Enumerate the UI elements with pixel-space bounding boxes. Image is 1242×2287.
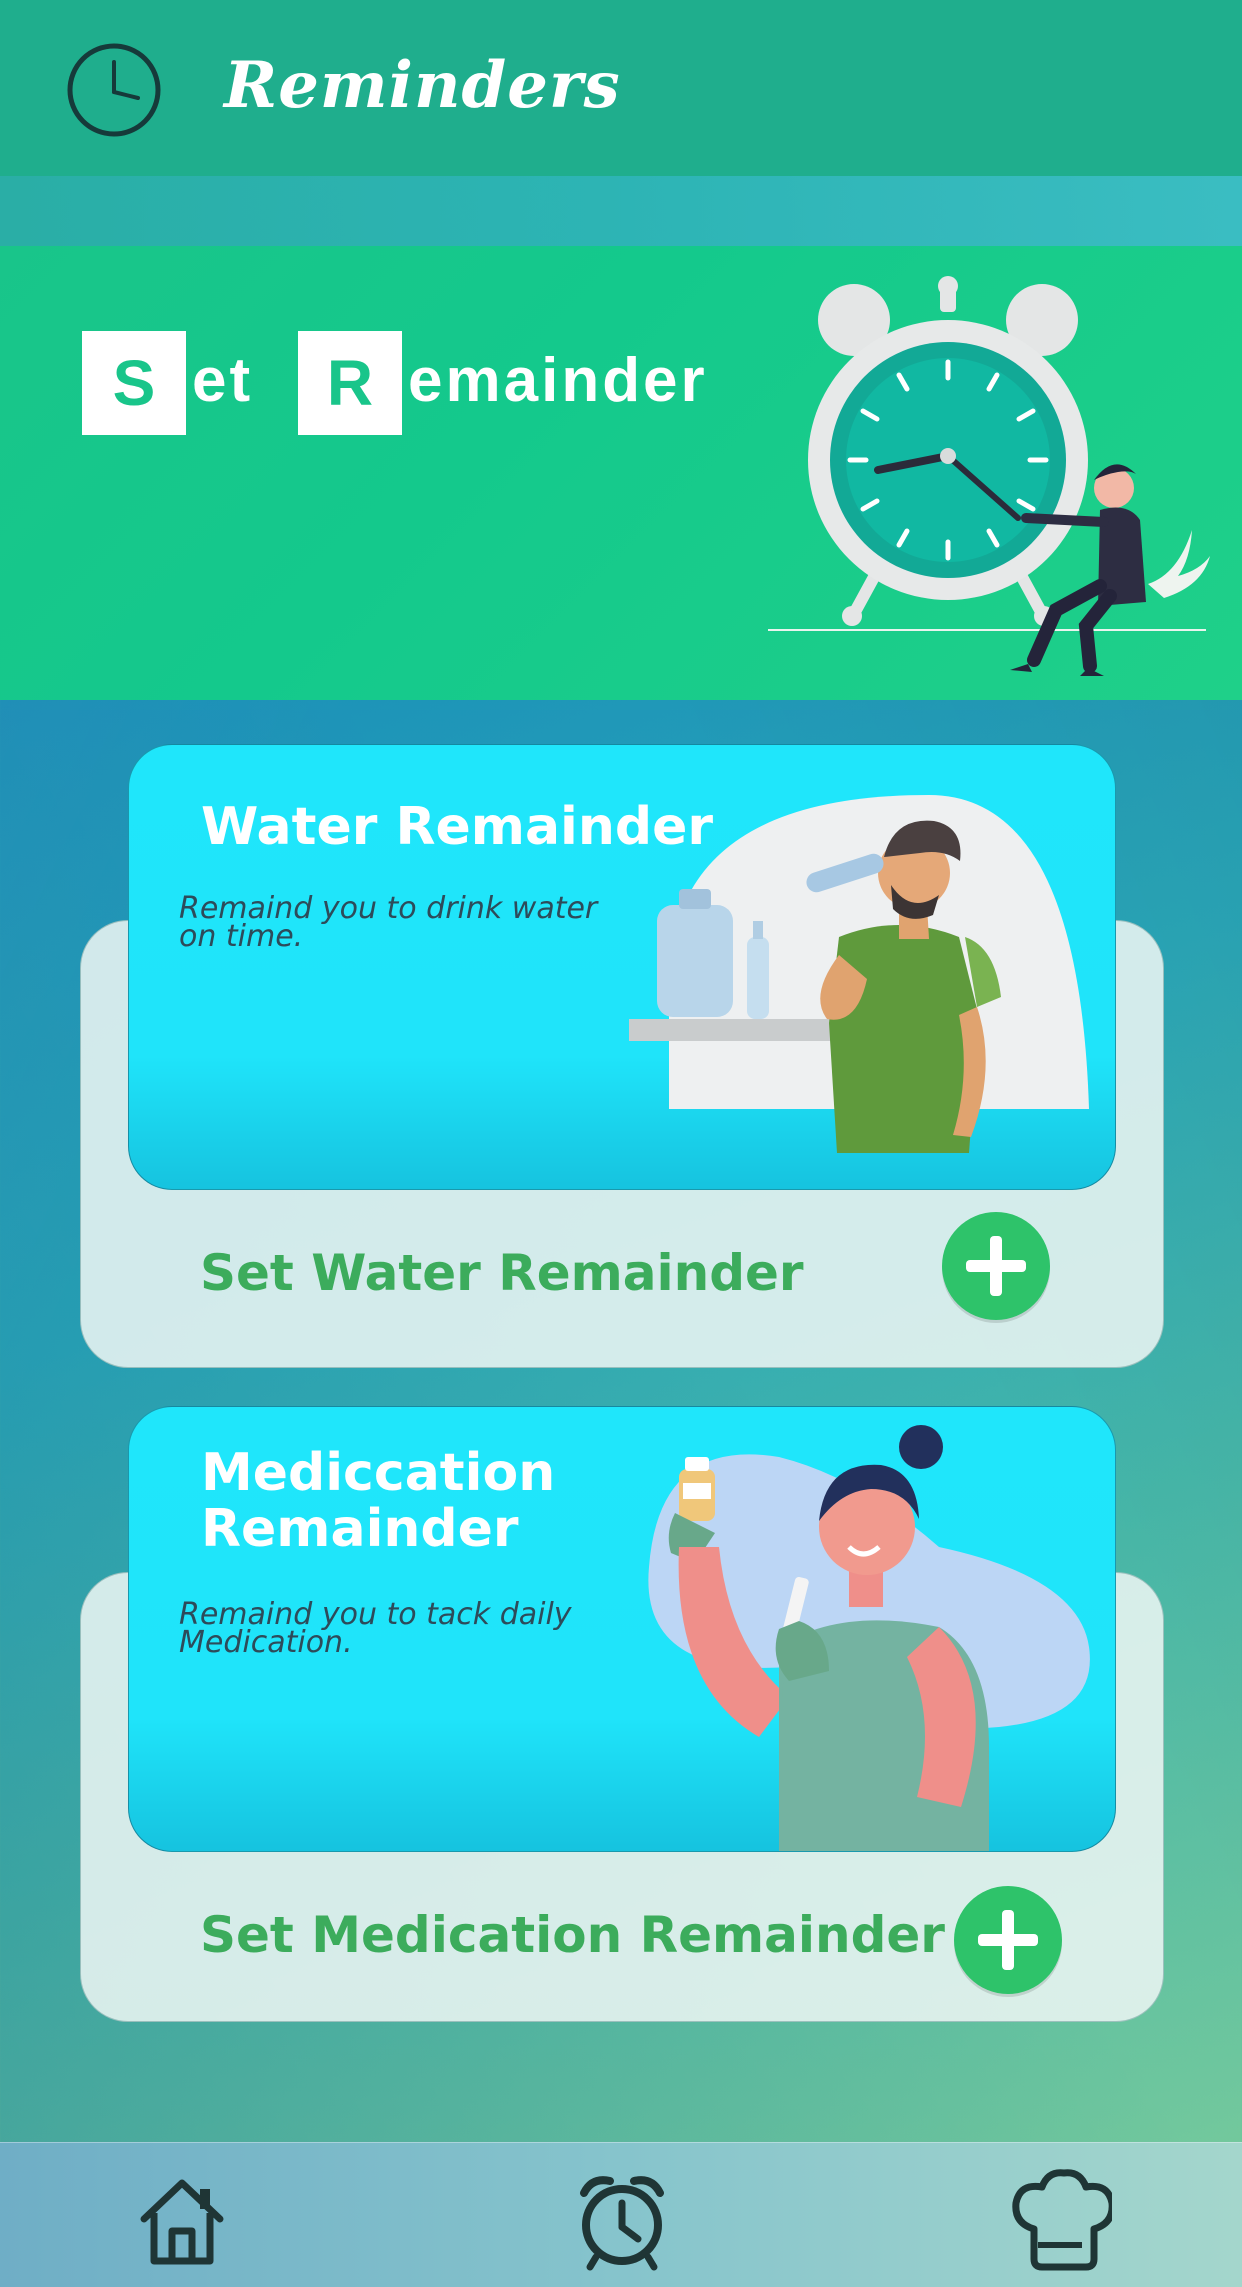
alarm-clock-illustration xyxy=(768,276,1210,676)
medication-reminder-panel[interactable]: Mediccation Remainder Remaind you to tac… xyxy=(128,1406,1116,1852)
app-header: Reminders xyxy=(0,0,1242,176)
add-medication-reminder-button[interactable] xyxy=(954,1886,1062,1994)
medication-title-line: Mediccation xyxy=(201,1443,556,1503)
banner-letter-box: S xyxy=(82,331,186,435)
banner-letter-box: R xyxy=(298,331,402,435)
alarm-clock-icon[interactable] xyxy=(570,2169,674,2273)
clock-icon[interactable] xyxy=(66,42,162,138)
banner-title-word: emainder xyxy=(408,346,708,415)
woman-with-medication-illustration xyxy=(648,1425,1090,1851)
page-title: Reminders xyxy=(224,48,621,123)
set-water-reminder-label[interactable]: Set Water Remainder xyxy=(200,1244,804,1302)
add-water-reminder-button[interactable] xyxy=(942,1212,1050,1320)
water-reminder-description: Remaind you to drink water on time. xyxy=(179,891,598,954)
chef-hat-icon[interactable] xyxy=(1008,2169,1112,2273)
bottom-navigation xyxy=(0,2142,1242,2287)
set-medication-reminder-label[interactable]: Set Medication Remainder xyxy=(200,1906,945,1964)
man-drinking-water-illustration xyxy=(629,795,1089,1153)
medication-reminder-description: Remaind you to tack daily Medication. xyxy=(179,1597,572,1660)
header-divider-strip xyxy=(0,176,1242,246)
medication-reminder-title: Mediccation Remainder xyxy=(201,1445,555,1557)
medication-title-line: Remainder xyxy=(201,1499,519,1559)
banner-title-word: et xyxy=(192,346,254,415)
set-reminder-banner: S et R emainder xyxy=(0,246,1242,700)
home-icon[interactable] xyxy=(130,2169,234,2273)
water-reminder-panel[interactable]: Water Remainder Remaind you to drink wat… xyxy=(128,744,1116,1190)
